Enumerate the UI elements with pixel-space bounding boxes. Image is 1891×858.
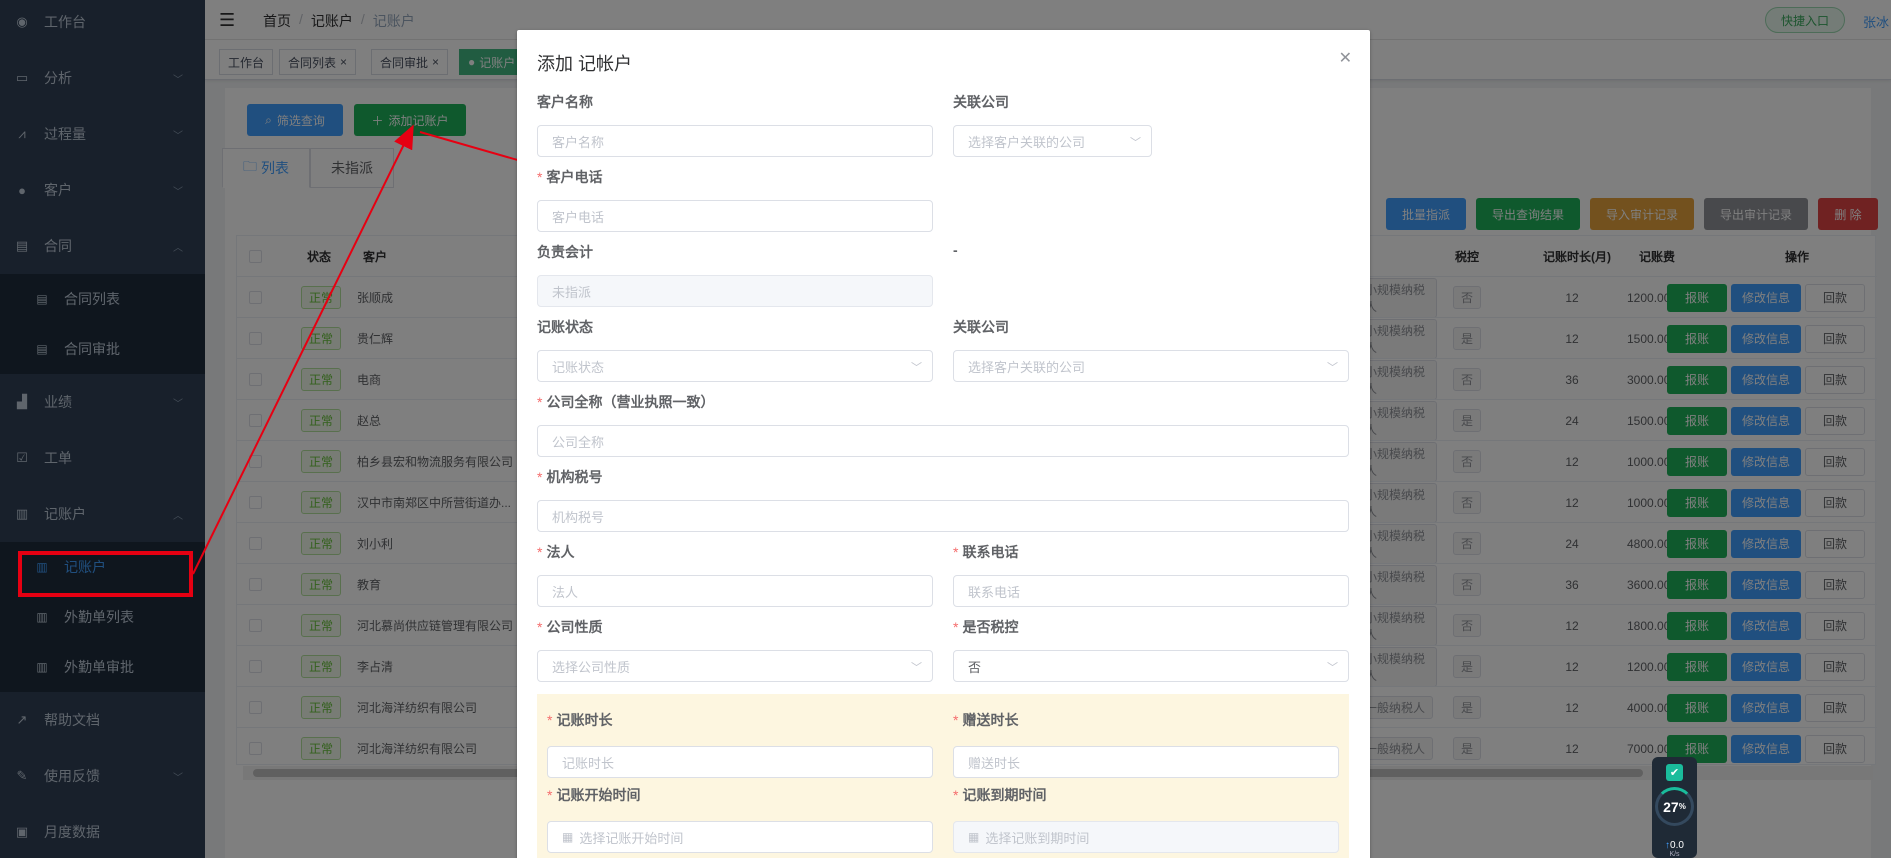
customer-phone-input[interactable]: 客户电话 bbox=[537, 200, 933, 232]
start-time-picker[interactable]: ▦ 选择记账开始时间 bbox=[547, 821, 933, 853]
label-duration: * 记账时长 bbox=[547, 712, 613, 728]
chevron-down-icon: ﹀ bbox=[1327, 662, 1338, 674]
dash-text: - bbox=[953, 242, 958, 258]
add-ledger-dialog: 添加 记帐户 ✕ 客户名称 关联公司 客户名称 选择客户关联的公司 ﹀ * 客户电话… bbox=[517, 30, 1370, 858]
network-monitor-widget[interactable]: ✔ 27% ↑0.0 K/s bbox=[1652, 757, 1697, 858]
label-tax-number: * 机构税号 bbox=[537, 469, 603, 485]
label-customer-phone: * 客户电话 bbox=[537, 169, 603, 185]
annotation-box bbox=[18, 551, 193, 597]
bookkeeping-status-select[interactable]: 记账状态 ﹀ bbox=[537, 350, 933, 382]
end-time-picker: ▦ 选择记账到期时间 bbox=[953, 821, 1339, 853]
legal-person-input[interactable]: 法人 bbox=[537, 575, 933, 607]
label-related-company-1: 关联公司 bbox=[953, 94, 1009, 110]
calendar-icon: ▦ bbox=[562, 830, 574, 844]
chevron-down-icon: ﹀ bbox=[1130, 137, 1141, 149]
label-legal-person: * 法人 bbox=[537, 544, 575, 560]
contact-phone-input[interactable]: 联系电话 bbox=[953, 575, 1349, 607]
label-contact-phone: * 联系电话 bbox=[953, 544, 1019, 560]
label-related-company-2: 关联公司 bbox=[953, 319, 1009, 335]
related-company-select-1[interactable]: 选择客户关联的公司 ﹀ bbox=[953, 125, 1152, 157]
gift-duration-input[interactable]: 赠送时长 bbox=[953, 746, 1339, 778]
speed-unit: K/s bbox=[1669, 851, 1680, 858]
tax-control-select[interactable]: 否 ﹀ bbox=[953, 650, 1349, 682]
company-full-name-input[interactable]: 公司全称 bbox=[537, 425, 1349, 457]
label-gift-duration: * 赠送时长 bbox=[953, 712, 1019, 728]
dialog-title: 添加 记帐户 bbox=[537, 54, 633, 74]
label-bookkeeping-status: 记账状态 bbox=[537, 319, 593, 335]
shield-icon: ✔ bbox=[1666, 764, 1683, 781]
chevron-down-icon: ﹀ bbox=[1327, 362, 1338, 374]
label-end-time: * 记账到期时间 bbox=[953, 787, 1047, 803]
close-icon[interactable]: ✕ bbox=[1339, 48, 1352, 68]
duration-input[interactable]: 记账时长 bbox=[547, 746, 933, 778]
usage-ring: 27% bbox=[1655, 787, 1694, 826]
label-customer-name: 客户名称 bbox=[537, 94, 593, 110]
label-company-nature: * 公司性质 bbox=[537, 619, 603, 635]
chevron-down-icon: ﹀ bbox=[911, 662, 922, 674]
speed-text: ↑0.0 bbox=[1665, 840, 1684, 851]
company-nature-select[interactable]: 选择公司性质 ﹀ bbox=[537, 650, 933, 682]
accountant-input: 未指派 bbox=[537, 275, 933, 307]
label-start-time: * 记账开始时间 bbox=[547, 787, 641, 803]
label-company-full-name: * 公司全称（营业执照一致） bbox=[537, 394, 715, 410]
calendar-icon: ▦ bbox=[968, 830, 980, 844]
label-tax-control: * 是否税控 bbox=[953, 619, 1019, 635]
label-accountant: 负责会计 bbox=[537, 244, 593, 260]
customer-name-input[interactable]: 客户名称 bbox=[537, 125, 933, 157]
related-company-select-2[interactable]: 选择客户关联的公司 ﹀ bbox=[953, 350, 1349, 382]
chevron-down-icon: ﹀ bbox=[911, 362, 922, 374]
tax-number-input[interactable]: 机构税号 bbox=[537, 500, 1349, 532]
